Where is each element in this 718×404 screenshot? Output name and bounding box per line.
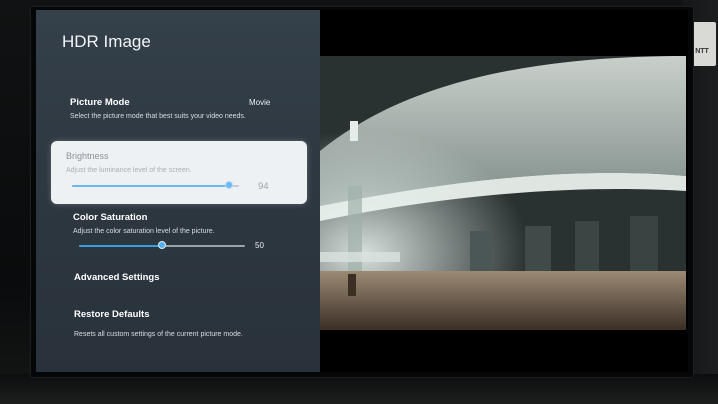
brightness-label: Brightness xyxy=(66,151,109,161)
advanced-settings-label: Advanced Settings xyxy=(74,272,160,283)
hdr-image-settings-panel: HDR Image Picture Mode Movie Select the … xyxy=(36,10,320,372)
restore-defaults-description: Resets all custom settings of the curren… xyxy=(74,331,243,338)
picture-mode-label: Picture Mode xyxy=(70,97,130,108)
brightness-slider-fill xyxy=(72,185,229,187)
restore-defaults-label: Restore Defaults xyxy=(74,309,150,320)
video-preview xyxy=(320,56,686,330)
color-saturation-slider-handle[interactable] xyxy=(158,241,166,249)
menu-item-brightness[interactable]: Brightness Adjust the luminance level of… xyxy=(51,141,307,204)
tv-screen: HDR Image Picture Mode Movie Select the … xyxy=(36,10,688,372)
color-saturation-value: 50 xyxy=(255,241,264,250)
panel-title: HDR Image xyxy=(62,32,151,51)
color-saturation-label: Color Saturation xyxy=(73,212,148,223)
video-scene-image xyxy=(320,56,686,330)
color-saturation-slider-fill xyxy=(79,245,162,247)
brightness-description: Adjust the luminance level of the screen… xyxy=(66,167,192,174)
color-saturation-description: Adjust the color saturation level of the… xyxy=(73,228,215,235)
tv-stand xyxy=(0,374,718,404)
brightness-slider-handle[interactable] xyxy=(224,181,233,189)
brightness-value: 94 xyxy=(258,181,269,192)
picture-mode-description: Select the picture mode that best suits … xyxy=(70,113,246,120)
picture-mode-value: Movie xyxy=(249,98,271,107)
